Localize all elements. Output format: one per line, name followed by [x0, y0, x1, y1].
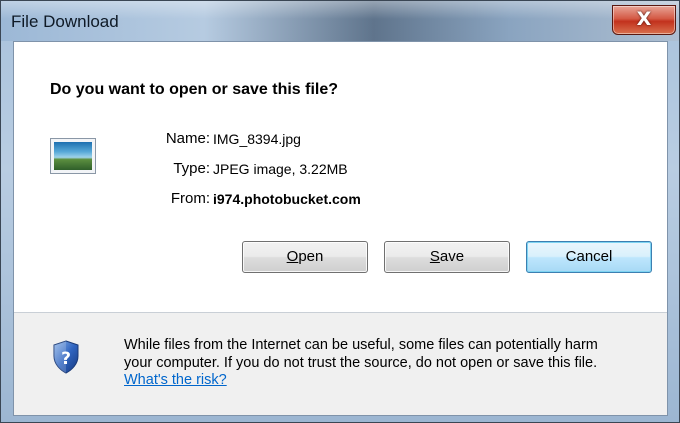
svg-text:?: ? [61, 349, 71, 369]
security-footer: ? While files from the Internet can be u… [14, 313, 667, 415]
title-bar[interactable]: File Download X [1, 1, 679, 41]
save-label-rest: ave [439, 248, 465, 265]
whats-the-risk-link[interactable]: What's the risk? [124, 372, 227, 388]
dialog-body: Do you want to open or save this file? N… [13, 41, 668, 416]
name-value: IMG_8394.jpg [213, 131, 301, 147]
shield-question-icon: ? [53, 340, 79, 374]
cancel-button[interactable]: Cancel [526, 241, 652, 273]
save-mnemonic: S [429, 248, 440, 265]
save-button[interactable]: Save [384, 241, 510, 273]
from-label: From: [170, 190, 210, 207]
dialog-question: Do you want to open or save this file? [50, 81, 339, 98]
open-button[interactable]: Open [242, 241, 368, 273]
open-label-rest: pen [298, 248, 324, 265]
file-download-dialog: File Download X Do you want to open or s… [0, 0, 680, 423]
security-warning-text: While files from the Internet can be use… [124, 336, 664, 372]
open-mnemonic: O [286, 248, 299, 265]
warning-line-1: While files from the Internet can be use… [124, 337, 598, 353]
from-value: i974.photobucket.com [213, 191, 361, 207]
type-label: Type: [173, 160, 210, 177]
name-label: Name: [165, 130, 210, 147]
close-icon: X [636, 8, 652, 30]
warning-line-2: your computer. If you do not trust the s… [124, 355, 598, 371]
close-button[interactable]: X [612, 5, 676, 35]
window-title: File Download [11, 12, 119, 31]
type-value: JPEG image, 3.22MB [213, 161, 348, 177]
